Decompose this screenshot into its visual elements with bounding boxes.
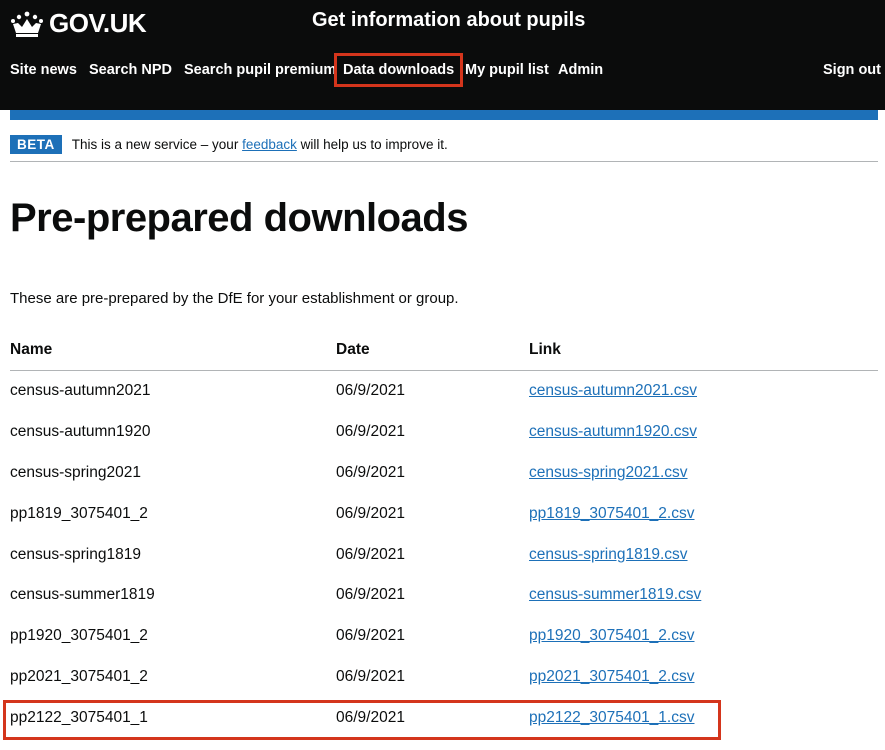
table-row: census-spring2021 06/9/2021 census-sprin… [10,453,878,494]
nav-search-pupil-premium[interactable]: Search pupil premium [184,58,336,82]
nav-my-pupil-list[interactable]: My pupil list [465,58,549,82]
table-row: pp1819_3075401_2 06/9/2021 pp1819_307540… [10,493,878,534]
beta-tag: BETA [10,135,62,154]
download-link[interactable]: census-summer1819.csv [529,586,701,603]
page-title: Pre-prepared downloads [10,196,468,240]
phase-banner-text: This is a new service – your feedback wi… [72,137,448,152]
table-row: pp1920_3075401_2 06/9/2021 pp1920_307540… [10,616,878,657]
download-link[interactable]: census-autumn2021.csv [529,382,697,399]
intro-text: These are pre-prepared by the DfE for yo… [10,290,459,307]
row-name: census-autumn1920 [10,423,151,441]
row-name: pp2122_3075401_1 [10,708,148,726]
download-link[interactable]: pp2122_3075401_1.csv [529,709,694,726]
phase-text-before: This is a new service – your [71,137,239,152]
table-row: census-summer1819 06/9/2021 census-summe… [10,575,878,616]
feedback-link[interactable]: feedback [242,137,297,152]
primary-navigation: Site news Search NPD Search pupil premiu… [0,53,885,87]
table-row: census-spring1819 06/9/2021 census-sprin… [10,534,878,575]
govuk-logo-link[interactable]: GOV.UK [10,8,147,39]
download-link[interactable]: census-autumn1920.csv [529,423,697,440]
row-date: 06/9/2021 [336,423,405,441]
table-row: pp2021_3075401_2 06/9/2021 pp2021_307540… [10,657,878,698]
row-date: 06/9/2021 [336,667,405,685]
header-name: Name [10,330,336,371]
row-name: census-spring2021 [10,463,141,481]
table-row: census-autumn2021 06/9/2021 census-autum… [10,371,878,412]
downloads-table: Name Date Link census-autumn2021 06/9/20… [10,330,878,738]
header-strip [632,80,885,108]
row-name: census-summer1819 [10,586,155,604]
phase-banner: BETA This is a new service – your feedba… [10,128,878,162]
row-date: 06/9/2021 [336,504,405,522]
service-name[interactable]: Get information about pupils [312,9,585,32]
download-link[interactable]: pp1920_3075401_2.csv [529,627,694,644]
row-name: pp2021_3075401_2 [10,667,148,685]
row-date: 06/9/2021 [336,708,405,726]
table-header-row: Name Date Link [10,330,878,371]
table-row: census-autumn1920 06/9/2021 census-autum… [10,412,878,453]
row-date: 06/9/2021 [336,586,405,604]
crown-icon [11,11,43,37]
row-name: census-spring1819 [10,545,141,563]
row-name: pp1920_3075401_2 [10,627,148,645]
phase-text-after: will help us to improve it. [300,137,448,152]
download-link[interactable]: census-spring1819.csv [529,546,688,563]
site-header: GOV.UK Get information about pupils Site… [0,0,885,110]
header-link: Link [529,330,878,371]
download-link[interactable]: census-spring2021.csv [529,464,688,481]
header-blue-bar [10,110,878,120]
row-date: 06/9/2021 [336,382,405,400]
nav-admin[interactable]: Admin [558,58,603,82]
row-date: 06/9/2021 [336,463,405,481]
row-date: 06/9/2021 [336,545,405,563]
table-row: pp2122_3075401_1 06/9/2021 pp2122_307540… [10,697,878,738]
row-name: census-autumn2021 [10,382,151,400]
logo-text: GOV.UK [49,8,147,38]
header-date: Date [336,330,529,371]
nav-sign-out[interactable]: Sign out [823,58,881,82]
nav-data-downloads[interactable]: Data downloads [333,53,464,87]
nav-search-npd[interactable]: Search NPD [89,58,172,82]
download-link[interactable]: pp2021_3075401_2.csv [529,668,694,685]
row-name: pp1819_3075401_2 [10,504,148,522]
nav-site-news[interactable]: Site news [10,58,77,82]
download-link[interactable]: pp1819_3075401_2.csv [529,505,694,522]
row-date: 06/9/2021 [336,627,405,645]
